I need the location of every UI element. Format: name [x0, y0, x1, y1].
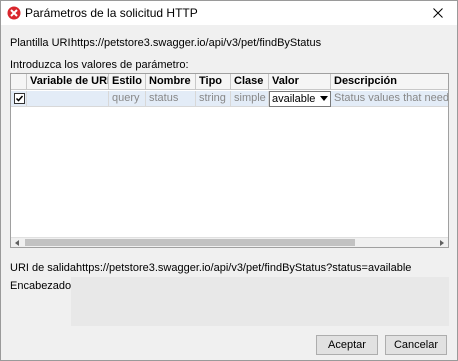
- cell-description: Status values that need to b: [334, 92, 449, 104]
- headers-label: Encabezados:: [10, 280, 80, 292]
- row-enabled-checkbox[interactable]: [14, 93, 25, 104]
- cell-name: status: [146, 91, 196, 107]
- chevron-down-icon: [320, 96, 328, 101]
- header-name[interactable]: Nombre: [146, 74, 196, 90]
- xmlspy-icon: [7, 6, 21, 20]
- cancel-button[interactable]: Cancelar: [385, 335, 447, 355]
- row-check-cell: [11, 91, 27, 107]
- params-label: Introduzca los valores de parámetro:: [10, 59, 189, 71]
- header-uri-variable[interactable]: Variable de URI: [27, 74, 109, 90]
- uri-template-value[interactable]: https://petstore3.swagger.io/api/v3/pet/…: [71, 37, 445, 52]
- header-style[interactable]: Estilo: [109, 74, 146, 90]
- check-icon: [15, 95, 24, 102]
- table-row[interactable]: query status string simple available Sta…: [11, 91, 448, 107]
- cell-type: string: [196, 91, 231, 107]
- accept-button[interactable]: Aceptar: [316, 335, 378, 355]
- horizontal-scrollbar[interactable]: [11, 237, 448, 247]
- close-button[interactable]: [423, 2, 453, 24]
- cell-class: simple: [231, 91, 269, 107]
- scroll-right-icon[interactable]: [440, 240, 444, 246]
- scrollbar-thumb[interactable]: [25, 239, 355, 246]
- value-dropdown-text: available: [272, 93, 316, 105]
- scroll-left-icon[interactable]: [15, 240, 19, 246]
- header-value[interactable]: Valor: [269, 74, 331, 90]
- header-class[interactable]: Clase: [231, 74, 269, 90]
- close-icon: [433, 8, 443, 18]
- http-request-params-dialog: Parámetros de la solicitud HTTP Plantill…: [0, 0, 458, 361]
- output-uri-value[interactable]: https://petstore3.swagger.io/api/v3/pet/…: [76, 262, 411, 274]
- cell-uri-variable[interactable]: [27, 91, 109, 107]
- window-title: Parámetros de la solicitud HTTP: [25, 6, 198, 20]
- value-dropdown[interactable]: available: [269, 91, 331, 107]
- header-type[interactable]: Tipo: [196, 74, 231, 90]
- header-check-column: [11, 74, 27, 90]
- output-uri-label: URI de salida:: [10, 262, 80, 274]
- grid-header: Variable de URI Estilo Nombre Tipo Clase…: [11, 74, 448, 90]
- cell-style: query: [109, 91, 146, 107]
- uri-template-label: Plantilla URI:: [10, 37, 74, 49]
- headers-field[interactable]: [71, 277, 449, 326]
- header-description[interactable]: Descripción: [331, 74, 448, 90]
- params-grid: Variable de URI Estilo Nombre Tipo Clase…: [10, 73, 449, 248]
- title-bar: Parámetros de la solicitud HTTP: [1, 1, 457, 25]
